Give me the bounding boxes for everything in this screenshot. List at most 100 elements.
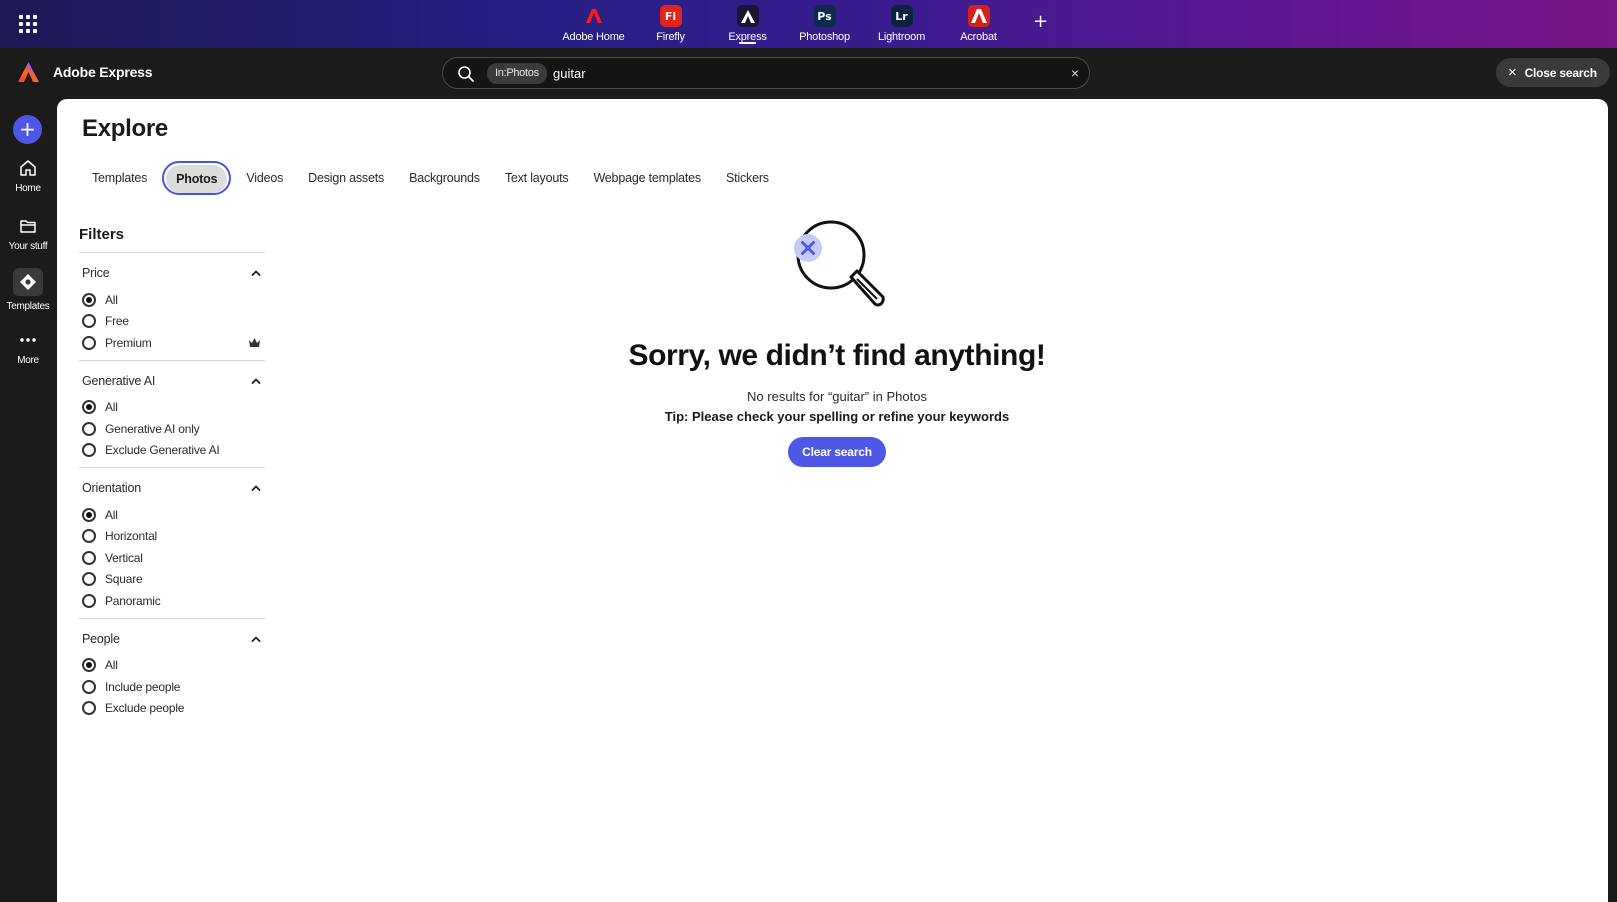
filters-panel: Filters Price All Free Premium Generative AI…: [79, 219, 265, 725]
rail-item-templates[interactable]: Templates: [0, 268, 56, 312]
filter-option-label: Horizontal: [105, 529, 158, 544]
add-app-button[interactable]: +: [1033, 12, 1048, 32]
filter-option[interactable]: Horizontal: [79, 526, 265, 548]
templates-icon: [20, 274, 36, 290]
filter-option-label: All: [105, 292, 118, 307]
filter-option[interactable]: All: [79, 504, 265, 526]
search-icon: [458, 66, 474, 82]
express-app-icon: [736, 5, 759, 27]
filter-option[interactable]: Generative AI only: [79, 418, 265, 440]
filter-group-header[interactable]: People: [79, 629, 265, 649]
main-panel: Explore Templates Photos Videos Design asse…: [57, 99, 1608, 902]
header: Adobe Express In:Photos × × Close search: [0, 48, 1617, 98]
empty-state-title: Sorry, we didn’t find anything!: [628, 339, 1046, 372]
filter-group-orientation: Orientation All Horizontal Vertical Square Pa…: [79, 467, 265, 618]
filter-option[interactable]: Square: [79, 569, 265, 591]
filter-option-label: Generative AI only: [105, 421, 200, 436]
app-label: Adobe Home: [562, 31, 625, 43]
more-dots-icon: [20, 338, 36, 342]
radio-button[interactable]: [82, 658, 96, 673]
filter-option-label: Exclude people: [105, 701, 185, 716]
chevron-up-icon[interactable]: [251, 376, 261, 386]
rail-item-your-stuff[interactable]: Your stuff: [0, 216, 56, 252]
rail-item-more[interactable]: More: [0, 330, 56, 366]
app-list: Adobe Home Fi Firefly Express Ps Photoshop Lr L…: [555, 0, 1017, 48]
radio-button[interactable]: [82, 679, 96, 694]
chevron-up-icon[interactable]: [251, 634, 261, 644]
filter-group-label: People: [82, 631, 120, 646]
filter-option[interactable]: Panoramic: [79, 590, 265, 612]
radio-button[interactable]: [82, 701, 96, 716]
radio-button[interactable]: [82, 507, 96, 522]
tab-text-layouts[interactable]: Text layouts: [495, 161, 579, 195]
filter-group-label: Orientation: [82, 481, 141, 495]
filter-option[interactable]: All: [79, 655, 265, 677]
filter-option-label: Premium: [105, 335, 152, 350]
empty-state: Sorry, we didn’t find anything! No resul…: [557, 217, 1117, 467]
filter-option[interactable]: Premium: [79, 332, 265, 354]
tab-webpage-templates[interactable]: Webpage templates: [583, 161, 711, 195]
acrobat-app-icon: [967, 5, 990, 27]
app-adobe-home[interactable]: Adobe Home: [555, 0, 632, 48]
tab-stickers[interactable]: Stickers: [716, 161, 779, 195]
adobe-express-logo[interactable]: [17, 61, 40, 83]
chevron-up-icon[interactable]: [251, 268, 261, 278]
app-express[interactable]: Express: [709, 0, 786, 48]
app-lightroom[interactable]: Lr Lightroom: [863, 0, 940, 48]
filter-group-label: Generative AI: [82, 373, 156, 388]
app-grid-icon[interactable]: [19, 15, 37, 33]
tab-photos[interactable]: Photos: [162, 161, 232, 195]
filter-option-label: Vertical: [105, 550, 143, 565]
filter-option-label: Free: [105, 314, 129, 329]
filter-group-header[interactable]: Orientation: [79, 478, 265, 498]
clear-search-button[interactable]: Clear search: [788, 437, 886, 467]
filter-option[interactable]: All: [79, 289, 265, 311]
search-input[interactable]: [553, 64, 1033, 82]
radio-button[interactable]: [82, 550, 96, 565]
rail-item-label: Templates: [6, 301, 50, 312]
filter-option[interactable]: All: [79, 397, 265, 419]
filter-option[interactable]: Vertical: [79, 547, 265, 569]
filter-group-label: Price: [82, 266, 110, 280]
radio-button[interactable]: [82, 572, 96, 587]
radio-button[interactable]: [82, 335, 96, 350]
app-label: Photoshop: [799, 31, 850, 43]
radio-button[interactable]: [82, 593, 96, 608]
radio-button[interactable]: [82, 314, 96, 329]
search-scope-chip[interactable]: In:Photos: [487, 63, 547, 84]
firefly-app-icon: Fi: [659, 5, 682, 27]
filter-option[interactable]: Exclude Generative AI: [79, 440, 265, 462]
rail-item-home[interactable]: Home: [0, 158, 56, 194]
filter-option-label: All: [105, 507, 118, 522]
close-search-button[interactable]: × Close search: [1496, 58, 1610, 87]
filter-group-people: People All Include people Exclude people: [79, 617, 265, 726]
app-photoshop[interactable]: Ps Photoshop: [786, 0, 863, 48]
filter-option[interactable]: Free: [79, 311, 265, 333]
app-acrobat[interactable]: Acrobat: [940, 0, 1017, 48]
filter-group-header[interactable]: Generative AI: [79, 371, 265, 391]
chevron-up-icon[interactable]: [251, 483, 261, 493]
tab-design-assets[interactable]: Design assets: [298, 161, 394, 195]
filter-option[interactable]: Exclude people: [79, 698, 265, 720]
radio-button[interactable]: [82, 292, 96, 307]
tab-backgrounds[interactable]: Backgrounds: [399, 161, 490, 195]
tab-templates[interactable]: Templates: [82, 161, 157, 195]
filter-option-label: Square: [105, 572, 143, 587]
radio-button[interactable]: [82, 400, 96, 415]
filter-group-price: Price All Free Premium: [79, 252, 265, 360]
filter-option-label: All: [105, 400, 118, 415]
rail-item-label: Home: [15, 183, 41, 194]
radio-button[interactable]: [82, 421, 96, 436]
app-label: Lightroom: [877, 31, 926, 43]
category-tabs: Templates Photos Videos Design assets Backgr…: [82, 161, 784, 195]
search-bar[interactable]: In:Photos ×: [442, 57, 1090, 89]
radio-button[interactable]: [82, 529, 96, 544]
tab-videos[interactable]: Videos: [236, 161, 293, 195]
page-title: Explore: [82, 115, 168, 142]
filter-group-header[interactable]: Price: [79, 263, 265, 283]
filter-option[interactable]: Include people: [79, 676, 265, 698]
radio-button[interactable]: [82, 443, 96, 458]
create-new-button[interactable]: +: [13, 115, 42, 144]
app-firefly[interactable]: Fi Firefly: [632, 0, 709, 48]
clear-query-icon[interactable]: ×: [1071, 65, 1079, 81]
